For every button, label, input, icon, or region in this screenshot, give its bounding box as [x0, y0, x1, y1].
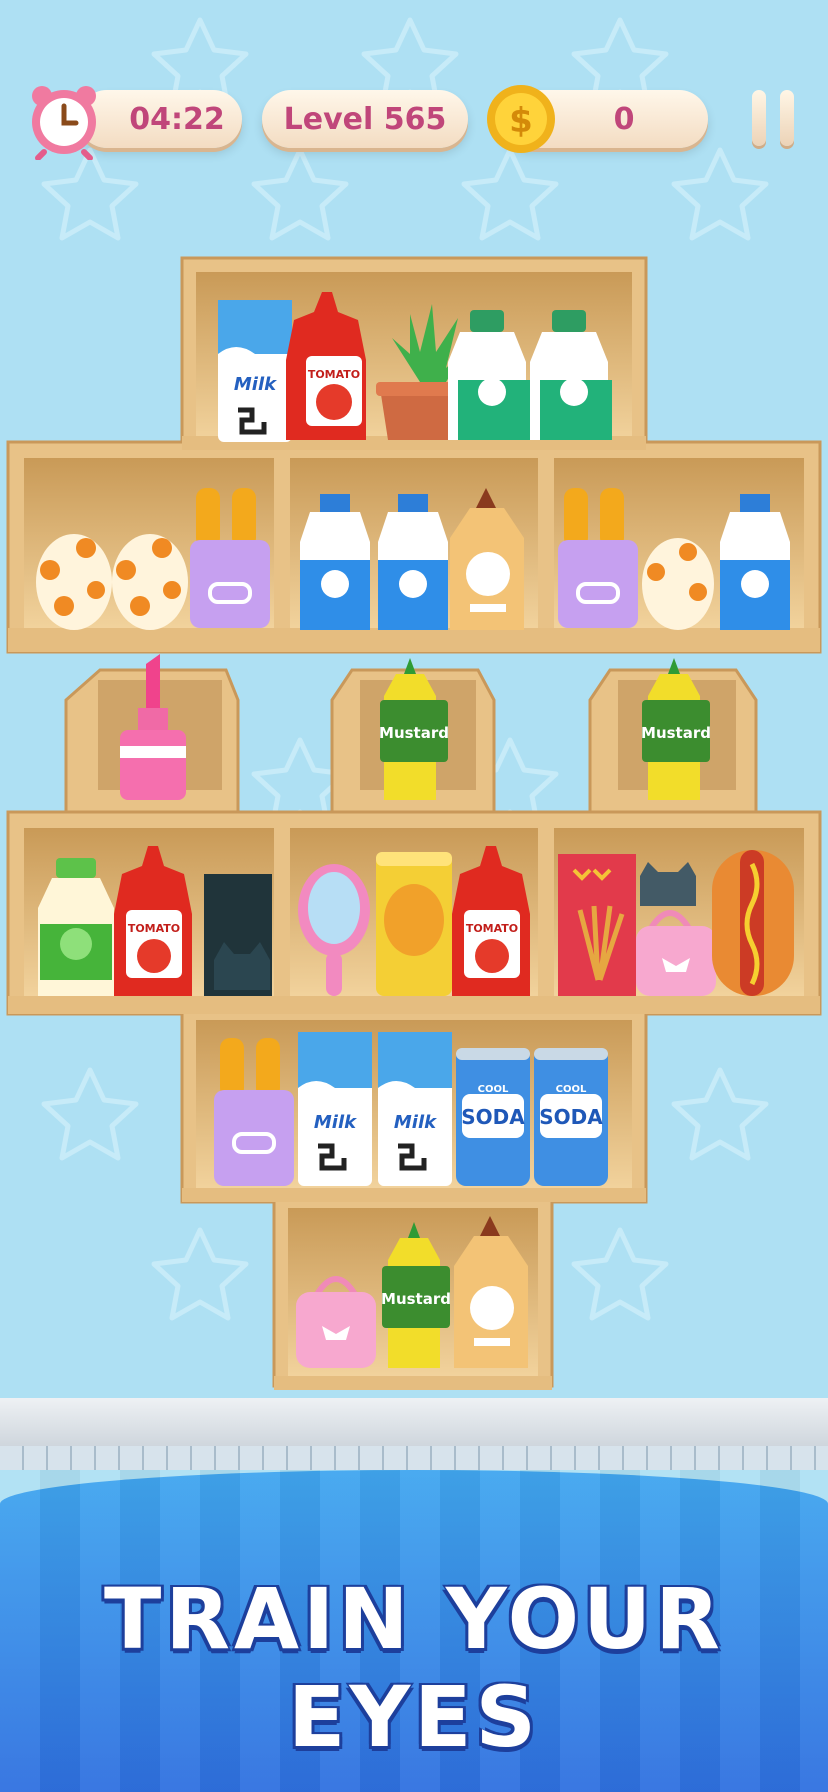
soda-top-label: COOL: [556, 1084, 587, 1095]
soda-top-label: COOL: [478, 1084, 509, 1095]
milk-label: Milk: [234, 374, 277, 395]
milk-label: Milk: [394, 1112, 437, 1133]
floor: [0, 1398, 828, 1446]
soda-can[interactable]: COOL SODA: [534, 1048, 608, 1186]
chips-can[interactable]: [376, 852, 452, 996]
hot-dog[interactable]: [712, 850, 794, 996]
handbag[interactable]: [296, 1276, 376, 1368]
milk-carton[interactable]: Milk: [298, 1032, 372, 1186]
detergent-bottle[interactable]: [720, 494, 790, 630]
egg[interactable]: [36, 534, 112, 630]
tomato-label: TOMATO: [466, 922, 518, 935]
shelf-board: Milk TOMATO Mustard Mustard TOMATO TOMAT…: [6, 256, 822, 1390]
milk-carton[interactable]: Milk: [378, 1032, 452, 1186]
mustard-label: Mustard: [641, 724, 711, 742]
mustard-label: Mustard: [379, 724, 449, 742]
tomato-label: TOMATO: [128, 922, 180, 935]
mustard-label: Mustard: [381, 1290, 451, 1308]
egg[interactable]: [112, 534, 188, 630]
soda-label: SODA: [461, 1105, 525, 1129]
collection-rail: [0, 1446, 828, 1470]
cat-box[interactable]: [204, 874, 272, 996]
soda-label: SODA: [539, 1105, 603, 1129]
milk-carton[interactable]: Milk: [218, 300, 292, 442]
milk-label: Milk: [314, 1112, 357, 1133]
detergent-bottle[interactable]: [300, 494, 370, 630]
detergent-bottle[interactable]: [378, 494, 448, 630]
tomato-label: TOMATO: [308, 368, 360, 381]
pretzel-stick-box[interactable]: [558, 854, 636, 996]
egg[interactable]: [642, 538, 714, 630]
soda-can[interactable]: COOL SODA: [456, 1048, 530, 1186]
slogan-text: TRAIN YOUR EYES: [104, 1570, 724, 1766]
